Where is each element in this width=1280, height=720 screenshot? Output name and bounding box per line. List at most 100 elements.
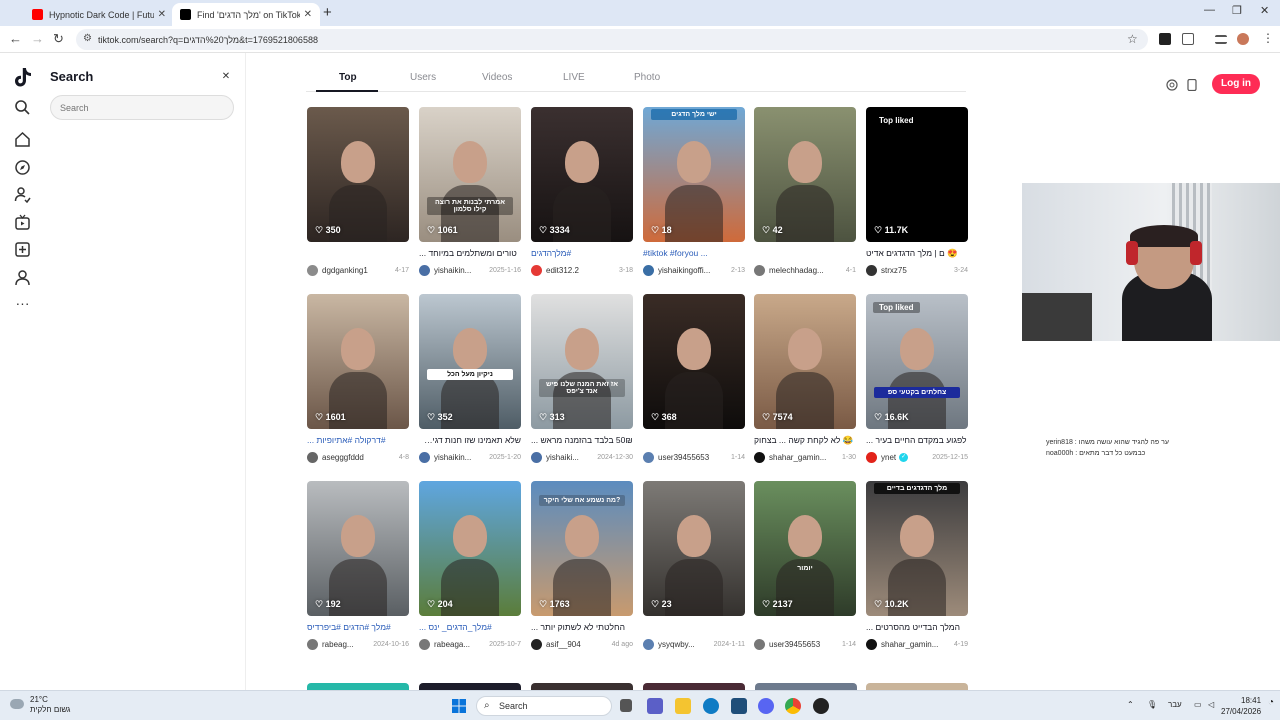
video-description[interactable]: 50₪ בלבד בהזמנה מראש ... — [531, 435, 633, 445]
close-search-icon[interactable]: ✕ — [219, 70, 233, 84]
username[interactable]: user39455653 — [658, 453, 709, 462]
avatar[interactable] — [307, 452, 318, 463]
video-card[interactable]: ניקיון מעל הכל ♡ 352 שלא תאמינו שזו חנות ד… — [419, 294, 521, 466]
extensions-puzzle-icon[interactable] — [1182, 33, 1194, 45]
video-thumbnail[interactable]: ♡ 368 — [643, 294, 745, 429]
video-card[interactable]: ♡ 3334 #מלךהדגים edit312.2 3-18 — [531, 107, 633, 279]
video-thumbnail[interactable]: צחלתים בקטעי ספ Top liked ♡ 16.6K — [866, 294, 968, 429]
video-thumbnail[interactable]: ניקיון מעל הכל ♡ 352 — [419, 294, 521, 429]
video-card[interactable]: צחלתים בקטעי ספ Top liked ♡ 16.6K לפגוע במק… — [866, 294, 968, 466]
video-thumbnail-partial[interactable] — [866, 683, 968, 690]
username[interactable]: ysyqwby... — [658, 640, 695, 649]
avatar[interactable] — [643, 452, 654, 463]
video-card[interactable]: Top liked ♡ 11.7K 😍 ם | מלך הדגדגים אדיט st… — [866, 107, 968, 279]
video-card[interactable]: ♡ 7574 😂 לא לקחת קשה ... בצחוק shahar_gami… — [754, 294, 856, 466]
username[interactable]: asegggfddd — [322, 453, 364, 462]
video-thumbnail[interactable]: ♡ 23 — [643, 481, 745, 616]
video-thumbnail[interactable]: מלך הדגדגים בדיים ♡ 10.2K — [866, 481, 968, 616]
avatar[interactable] — [754, 452, 765, 463]
microphone-icon[interactable]: 🎙 — [1147, 700, 1157, 709]
coins-icon[interactable] — [1166, 79, 1178, 91]
avatar[interactable] — [866, 452, 877, 463]
reload-icon[interactable]: ↻ — [53, 31, 64, 47]
video-thumbnail-partial[interactable] — [755, 683, 857, 690]
app-icon[interactable] — [813, 698, 829, 714]
video-card[interactable]: ♡ 23 ysyqwby... 2024-1-11 — [643, 481, 745, 653]
edge-icon[interactable] — [703, 698, 719, 714]
video-description[interactable]: החלטתי לא לשתוק יותר ... — [531, 622, 633, 632]
avatar[interactable] — [307, 639, 318, 650]
following-icon[interactable] — [14, 186, 31, 203]
avatar[interactable] — [531, 639, 542, 650]
avatar[interactable] — [754, 265, 765, 276]
video-description[interactable]: שלא תאמינו שזו חנות דגים ... — [419, 435, 521, 445]
username[interactable]: dgdganking1 — [322, 266, 368, 275]
avatar[interactable] — [866, 265, 877, 276]
username[interactable]: shahar_gamin... — [881, 640, 938, 649]
forward-icon[interactable]: → — [31, 31, 44, 46]
device-app-icon[interactable] — [1187, 79, 1197, 91]
username[interactable]: shahar_gamin... — [769, 453, 826, 462]
chrome-icon[interactable] — [785, 698, 801, 714]
video-thumbnail[interactable]: ♡ 3334 — [531, 107, 633, 242]
profile-avatar[interactable] — [1237, 33, 1249, 45]
home-icon[interactable] — [14, 131, 31, 148]
language-indicator[interactable]: עבר — [1168, 700, 1182, 709]
taskbar-search[interactable]: ⌕ Search — [476, 696, 612, 716]
upload-plus-icon[interactable] — [14, 241, 31, 258]
video-card[interactable]: אמרתי לבנות את רוצה קילו סלמון ♡ 1061 טורי… — [419, 107, 521, 279]
video-card[interactable]: ♡ 204 #מלך_הדגים_ ינס ... rabeaga... 2025-1… — [419, 481, 521, 653]
explore-compass-icon[interactable] — [14, 159, 31, 176]
tab-top[interactable]: Top — [339, 72, 357, 83]
video-thumbnail[interactable]: ♡ 1601 — [307, 294, 409, 429]
username[interactable]: strxz75 — [881, 266, 907, 275]
discord-icon[interactable] — [758, 698, 774, 714]
video-thumbnail[interactable]: מה נשמע אח שלי היקר? ♡ 1763 — [531, 481, 633, 616]
video-thumbnail[interactable]: Top liked ♡ 11.7K — [866, 107, 968, 242]
more-options-icon[interactable]: ··· — [14, 295, 31, 312]
username[interactable]: rabeag... — [322, 640, 354, 649]
video-thumbnail-partial[interactable] — [643, 683, 745, 690]
video-thumbnail[interactable]: ♡ 350 — [307, 107, 409, 242]
video-thumbnail[interactable]: אז זאת המנה שלנו פיש אנד צ'יפס ♡ 313 — [531, 294, 633, 429]
video-description[interactable]: 😍 ם | מלך הדגדגים אדיט — [866, 248, 968, 259]
live-tv-icon[interactable] — [14, 214, 31, 231]
weather-widget[interactable]: 21°C גשום חלקית — [8, 695, 70, 715]
username[interactable]: ynet — [881, 453, 896, 462]
avatar[interactable] — [419, 265, 430, 276]
video-card[interactable]: יומור ♡ 2137 user39455653 1-14 — [754, 481, 856, 653]
close-tab-icon[interactable]: ✕ — [158, 9, 166, 20]
profile-icon[interactable] — [14, 269, 31, 286]
volume-icon[interactable]: ◁ — [1208, 700, 1214, 709]
avatar[interactable] — [643, 265, 654, 276]
avatar[interactable] — [754, 639, 765, 650]
video-description[interactable]: #דרקולה #אתיופיות ... — [307, 435, 409, 445]
video-description[interactable]: לפגוע במקדם החיים בעיר ... — [866, 435, 968, 445]
video-card[interactable]: מלך הדגדגים בדיים ♡ 10.2K המלך הבדייט מהסר… — [866, 481, 968, 653]
username[interactable]: yishaikin... — [434, 266, 471, 275]
search-icon[interactable] — [14, 99, 31, 116]
avatar[interactable] — [419, 452, 430, 463]
file-explorer-icon[interactable] — [675, 698, 691, 714]
username[interactable]: melechhadag... — [769, 266, 824, 275]
media-icon[interactable] — [1215, 35, 1227, 44]
notifications-icon[interactable]: ◔ — [1268, 697, 1274, 708]
video-card[interactable]: מה נשמע אח שלי היקר? ♡ 1763 החלטתי לא לשתו… — [531, 481, 633, 653]
video-thumbnail[interactable]: אמרתי לבנות את רוצה קילו סלמון ♡ 1061 — [419, 107, 521, 242]
video-card[interactable]: ♡ 368 user39455653 1-14 — [643, 294, 745, 466]
task-view-icon[interactable] — [620, 699, 632, 712]
tab-users[interactable]: Users — [410, 72, 436, 83]
bookmark-star-icon[interactable]: ☆ — [1127, 32, 1138, 46]
tab-photo[interactable]: Photo — [634, 72, 660, 83]
video-description[interactable]: המלך הבדייט מהסרטים ... — [866, 622, 968, 632]
video-thumbnail-partial[interactable] — [419, 683, 521, 690]
video-thumbnail[interactable]: ישי מלך הדגים ♡ 18 — [643, 107, 745, 242]
username[interactable]: yishaikingoffi... — [658, 266, 710, 275]
windows-start-icon[interactable] — [452, 699, 466, 713]
video-description[interactable]: 😂 לא לקחת קשה ... בצחוק — [754, 435, 856, 446]
username[interactable]: yishaikin... — [434, 453, 471, 462]
site-info-icon[interactable]: ⚙ — [83, 33, 92, 44]
minimize-icon[interactable]: — — [1204, 4, 1215, 16]
menu-kebab-icon[interactable]: ⋮ — [1262, 31, 1274, 45]
video-card[interactable]: ♡ 350 dgdganking1 4-17 — [307, 107, 409, 279]
